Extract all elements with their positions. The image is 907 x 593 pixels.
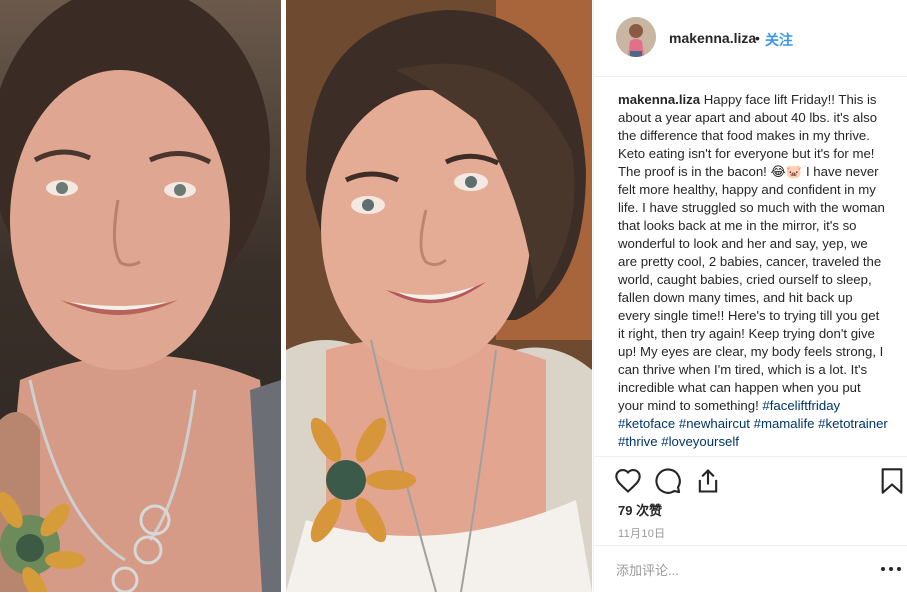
after-photo	[286, 0, 592, 592]
header-separator: •	[755, 30, 760, 46]
caption: makenna.liza Happy face lift Friday!! Th…	[618, 91, 888, 455]
likes-count[interactable]: 79 次赞	[618, 500, 662, 519]
comment-row	[594, 545, 907, 593]
hashtag[interactable]: #mamalife	[754, 416, 815, 431]
hashtag[interactable]: #ketoface	[618, 416, 675, 431]
post-photo[interactable]	[0, 0, 592, 592]
share-icon[interactable]	[694, 467, 722, 495]
heart-icon[interactable]	[614, 467, 642, 495]
bookmark-icon[interactable]	[880, 467, 907, 495]
action-bar	[594, 456, 907, 505]
post-header: makenna.liza • 关注	[594, 0, 907, 77]
comment-icon[interactable]	[654, 467, 682, 495]
post-side-panel: makenna.liza • 关注 makenna.liza Happy fac…	[593, 0, 907, 592]
hashtag[interactable]: #ketotrainer	[818, 416, 888, 431]
after-photo-illustration	[286, 0, 592, 592]
hashtag[interactable]: #loveyourself	[661, 434, 739, 449]
comment-input[interactable]	[616, 563, 856, 578]
more-options-icon[interactable]	[879, 561, 903, 577]
avatar[interactable]	[616, 17, 656, 57]
hashtag[interactable]: #newhaircut	[679, 416, 750, 431]
post-date[interactable]: 11月10日	[618, 525, 665, 541]
avatar-image	[616, 17, 656, 57]
follow-button[interactable]: 关注	[765, 30, 793, 50]
caption-text: Happy face lift Friday!! This is about a…	[618, 92, 885, 413]
instagram-post: makenna.liza • 关注 makenna.liza Happy fac…	[0, 0, 907, 592]
hashtag[interactable]: #faceliftfriday	[762, 398, 840, 413]
hashtag[interactable]: #thrive	[618, 434, 658, 449]
before-photo	[0, 0, 281, 592]
caption-username[interactable]: makenna.liza	[618, 92, 700, 107]
header-username[interactable]: makenna.liza	[669, 30, 756, 46]
before-photo-illustration	[0, 0, 281, 592]
